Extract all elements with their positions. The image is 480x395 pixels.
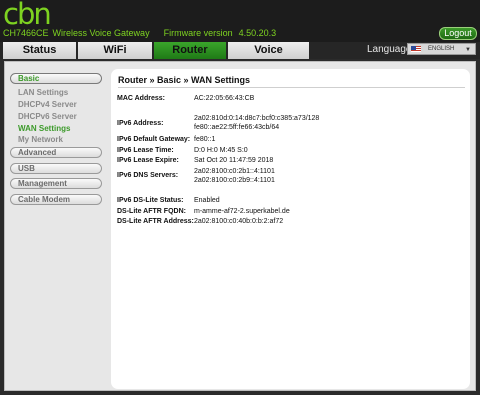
aftr-address-value: 2a02:8100:c0:40b:0:b:2:af72 — [194, 218, 284, 225]
sidebar-item-basic[interactable]: Basic — [10, 73, 102, 84]
sidebar-item-lan-settings[interactable]: LAN Settings — [18, 88, 68, 97]
product-name: Wireless Voice Gateway — [52, 28, 150, 38]
firmware-version: 4.50.20.3 — [238, 28, 277, 38]
sidebar-item-cable-modem[interactable]: Cable Modem — [10, 194, 102, 205]
sidebar-item-dhcpv6-server[interactable]: DHCPv6 Server — [18, 112, 77, 121]
ipv6-gateway-label: IPv6 Default Gateway: — [117, 136, 191, 143]
sidebar-item-dhcpv4-server[interactable]: DHCPv4 Server — [18, 100, 77, 109]
language-select[interactable]: ENGLISH ▼ — [407, 43, 476, 55]
language-label: Language — [367, 44, 412, 55]
ipv6-address-label: IPv6 Address: — [117, 120, 164, 127]
divider — [118, 87, 465, 88]
tab-router[interactable]: Router — [154, 42, 226, 59]
mac-address-label: MAC Address: — [117, 95, 165, 102]
ipv6-address-value-1: 2a02:810d:0:14:d8c7:bcf0:c385:a73/128 — [194, 115, 320, 122]
sidebar-item-my-network[interactable]: My Network — [18, 135, 63, 144]
tab-wifi[interactable]: WiFi — [78, 42, 152, 59]
ipv6-lease-expire-value: Sat Oct 20 11:47:59 2018 — [194, 157, 274, 164]
ipv6-gateway-value: fe80::1 — [194, 136, 216, 143]
aftr-fqdn-label: DS-Lite AFTR FQDN: — [117, 208, 186, 215]
model-name: CH7466CE — [3, 28, 49, 38]
header-bar: cbn CH7466CE Wireless Voice Gateway Firmwa… — [0, 0, 480, 42]
aftr-address-label: DS-Lite AFTR Address: — [117, 218, 194, 225]
dslite-status-label: IPv6 DS-Lite Status: — [117, 197, 184, 204]
cbn-logo: cbn — [3, 0, 52, 31]
device-info-line: CH7466CE Wireless Voice Gateway Firmware v… — [3, 28, 290, 38]
tab-voice[interactable]: Voice — [228, 42, 309, 59]
uk-flag-icon — [411, 46, 421, 52]
tab-status[interactable]: Status — [3, 42, 76, 59]
ipv6-lease-expire-label: IPv6 Lease Expire: — [117, 157, 179, 164]
ipv6-lease-time-label: IPv6 Lease Time: — [117, 147, 174, 154]
sidebar-item-management[interactable]: Management — [10, 178, 102, 189]
breadcrumb: Router » Basic » WAN Settings — [118, 75, 251, 85]
sidebar-item-advanced[interactable]: Advanced — [10, 147, 102, 158]
firmware-label: Firmware version — [163, 28, 233, 38]
logout-button[interactable]: Logout — [439, 27, 477, 40]
aftr-fqdn-value: m-amme-af72-2.superkabel.de — [194, 208, 290, 215]
sidebar-item-wan-settings[interactable]: WAN Settings — [18, 124, 70, 133]
wan-settings-panel: Router » Basic » WAN Settings MAC Addres… — [111, 69, 470, 389]
dropdown-arrow-icon: ▼ — [465, 47, 471, 53]
ipv6-dns-value-2: 2a02:8100:c0:2b9::4:1101 — [194, 177, 275, 184]
dslite-status-value: Enabled — [194, 197, 220, 204]
ipv6-dns-value-1: 2a02:8100:c0:2b1::4:1101 — [194, 168, 275, 175]
mac-address-value: AC:22:05:66:43:CB — [194, 95, 255, 102]
ipv6-address-value-2: fe80::ae22:5ff:fe66:43cb/64 — [194, 124, 280, 131]
ipv6-lease-time-value: D:0 H:0 M:45 S:0 — [194, 147, 248, 154]
ipv6-dns-label: IPv6 DNS Servers: — [117, 172, 179, 179]
language-selected-value: ENGLISH — [428, 46, 455, 52]
sidebar-item-usb[interactable]: USB — [10, 163, 102, 174]
